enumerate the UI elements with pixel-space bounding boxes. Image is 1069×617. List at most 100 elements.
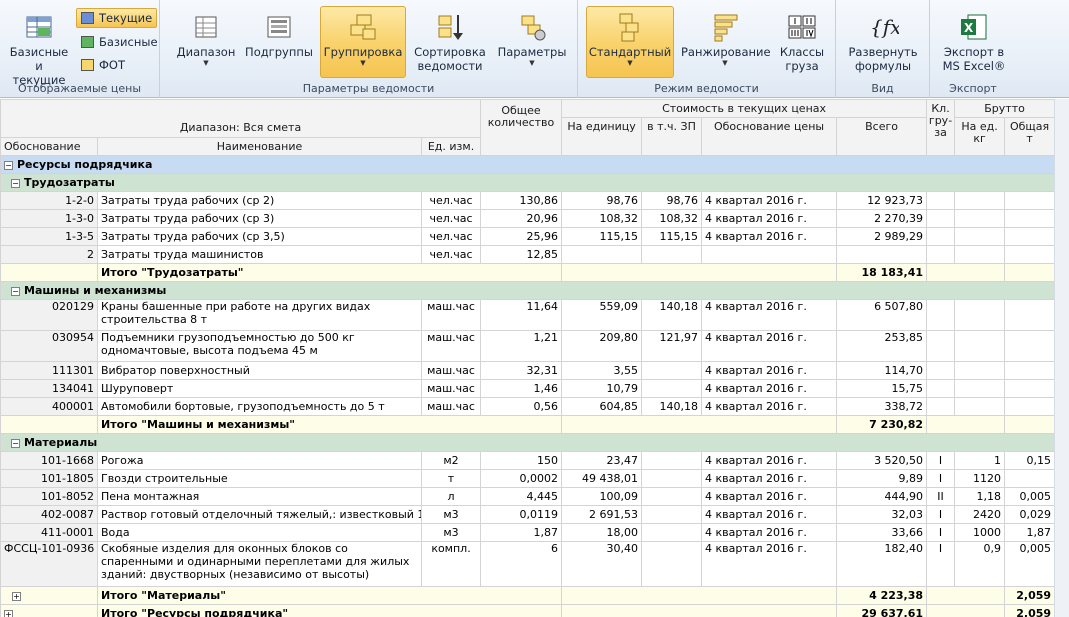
standard-mode-button[interactable]: Стандартный ▼ [586, 6, 674, 78]
table-row[interactable]: 101-1805 Гвозди строительные т 0,0002 49 438… [0, 469, 1056, 488]
group-materials[interactable]: − Материалы [0, 433, 1056, 452]
unit-cell: м3 [420, 505, 482, 524]
unit-weight-cell: 1000 [954, 523, 1006, 542]
expand-icon[interactable]: + [4, 609, 13, 617]
quantity-cell: 20,96 [480, 209, 563, 228]
resource-code-cell: 030954 [0, 330, 98, 362]
total-t-header[interactable]: Общая т [1004, 117, 1056, 156]
range-button[interactable]: Диапазон ▼ [174, 6, 238, 78]
name-header[interactable]: Наименование [97, 137, 422, 156]
group-machines[interactable]: − Машины и механизмы [0, 281, 1056, 300]
cargo-classes-button[interactable]: Классы груза [774, 6, 830, 78]
unit-weight-cell [954, 379, 1006, 398]
incl-zp-header[interactable]: в т.ч. ЗП [641, 117, 703, 156]
base-prices-button[interactable]: Базисные [76, 32, 163, 52]
group-machines-cell: − Машины и механизмы [0, 281, 1056, 300]
statement-grid: Диапазон: Вся смета Общее количество Сто… [0, 99, 1069, 617]
table-row[interactable]: 111301 Вибратор поверхностный маш.час 32,31… [0, 361, 1056, 380]
cargo-class-cell [926, 397, 956, 416]
view-group-caption: Вид [871, 82, 894, 95]
zp-cell [641, 523, 703, 542]
per-unit-price-cell: 23,47 [561, 451, 643, 470]
table-row[interactable]: 402-0087 Раствор готовый отделочный тяжел… [0, 505, 1056, 524]
table-row[interactable]: ФССЦ-101-0936 Скобяные изделия для оконны… [0, 541, 1056, 587]
fot-button[interactable]: ФОТ [76, 55, 130, 75]
svg-text:X: X [964, 21, 974, 35]
standard-mode-label: Стандартный [588, 45, 672, 59]
table-row[interactable]: 1-3-0 Затраты труда рабочих (ср 3) чел.час… [0, 209, 1056, 228]
grouping-button[interactable]: Группировка ▼ [320, 6, 406, 78]
unit-cell: м3 [420, 523, 482, 542]
zp-cell: 140,18 [641, 299, 703, 331]
table-row[interactable]: 101-8052 Пена монтажная л 4,445 100,09 4 квар… [0, 487, 1056, 506]
total-qty-header[interactable]: Общее количество [480, 99, 563, 156]
table-row[interactable]: 411-0001 Вода м3 1,87 18,00 4 квартал 2016 г.… [0, 523, 1056, 542]
subgroups-button[interactable]: Подгруппы [244, 6, 314, 78]
total-weight-cell [1004, 330, 1056, 362]
total-machines-value: 7 230,82 [836, 415, 928, 434]
unit-header[interactable]: Ед. изм. [420, 137, 482, 156]
params-group-caption: Параметры ведомости [302, 82, 435, 95]
group-machines-label: Машины и механизмы [24, 284, 167, 297]
collapse-icon[interactable]: − [11, 438, 20, 448]
zp-cell: 140,18 [641, 397, 703, 416]
per-unit-price-cell: 108,32 [561, 209, 643, 228]
expand-icon[interactable]: + [12, 591, 21, 601]
collapse-icon[interactable]: − [11, 286, 20, 296]
table-row[interactable]: 030954 Подъемники грузоподъемностью до 50… [0, 330, 1056, 362]
total-cell: 33,66 [836, 523, 928, 542]
export-excel-label: Экспорт в MS Excel® [942, 45, 1006, 73]
table-row[interactable]: 400001 Автомобили бортовые, грузоподъемно… [0, 397, 1056, 416]
ribbon-group-view: {fx} Развернуть формулы Вид [836, 0, 930, 98]
current-prices-button[interactable]: Текущие [76, 8, 158, 28]
expand-formulas-button[interactable]: {fx} Развернуть формулы [846, 6, 920, 78]
per-unit-kg-header[interactable]: На ед. кг [954, 117, 1006, 156]
cargo-class-header[interactable]: Кл. гру-за [926, 99, 956, 156]
table-row[interactable]: 101-1668 Рогожа м2 150 23,47 4 квартал 2016 г… [0, 451, 1056, 470]
export-excel-button[interactable]: X Экспорт в MS Excel® [938, 6, 1010, 78]
vertical-scrollbar[interactable] [1054, 99, 1069, 617]
price-basis-header[interactable]: Обоснование цены [701, 117, 838, 156]
quantity-cell: 0,56 [480, 397, 563, 416]
collapse-icon[interactable]: − [11, 178, 20, 188]
unit-cell: маш.час [420, 397, 482, 416]
total-weight-cell [1004, 299, 1056, 331]
chevron-down-icon: ▼ [722, 59, 728, 67]
resource-name-cell: Рогожа [97, 451, 422, 470]
ranking-button[interactable]: Ранжирование ▼ [680, 6, 771, 78]
unit-weight-cell: 1120 [954, 469, 1006, 488]
sort-button[interactable]: Сортировка ведомости [412, 6, 488, 78]
resource-name-cell: Автомобили бортовые, грузоподъемность до… [97, 397, 422, 416]
collapse-icon[interactable]: − [4, 160, 13, 170]
yellow-square-icon [81, 59, 94, 71]
unit-cell: чел.час [420, 191, 482, 210]
params-button[interactable]: Параметры ▼ [496, 6, 568, 78]
price-basis-cell: 4 квартал 2016 г. [701, 451, 838, 470]
price-basis-cell: 4 квартал 2016 г. [701, 487, 838, 506]
group-contractor-resources[interactable]: − Ресурсы подрядчика [0, 155, 1056, 174]
total-header[interactable]: Всего [836, 117, 928, 156]
table-row[interactable]: 134041 Шуруповерт маш.час 1,46 10,79 4 кварта… [0, 379, 1056, 398]
total-contractor-resources: + Итого "Ресурсы подрядчика" 29 637,61 2,05… [0, 604, 1056, 617]
quantity-cell: 130,86 [480, 191, 563, 210]
group-materials-cell: − Материалы [0, 433, 1056, 452]
cargo-class-cell [926, 379, 956, 398]
cargo-class-cell: I [926, 505, 956, 524]
base-and-current-button[interactable]: Базисные и текущие [6, 6, 72, 87]
table-row[interactable]: 2 Затраты труда машинистов чел.час 12,85 [0, 245, 1056, 264]
cargo-classes-label: Классы груза [779, 45, 825, 73]
resource-name-cell: Затраты труда рабочих (ср 3,5) [97, 227, 422, 246]
resource-name-cell: Вибратор поверхностный [97, 361, 422, 380]
quantity-cell: 32,31 [480, 361, 563, 380]
total-cell: 12 923,73 [836, 191, 928, 210]
total-machines-blank [561, 415, 838, 434]
chevron-down-icon: ▼ [627, 59, 633, 67]
table-row[interactable]: 1-3-5 Затраты труда рабочих (ср 3,5) чел.ч… [0, 227, 1056, 246]
basis-header[interactable]: Обоснование [0, 137, 98, 156]
per-unit-header[interactable]: На единицу [561, 117, 643, 156]
group-labor[interactable]: − Трудозатраты [0, 173, 1056, 192]
table-row[interactable]: 1-2-0 Затраты труда рабочих (ср 2) чел.час… [0, 191, 1056, 210]
total-weight-cell [1004, 209, 1056, 228]
range-header: Диапазон: Вся смета [0, 99, 482, 138]
table-row[interactable]: 020129 Краны башенные при работе на други… [0, 299, 1056, 331]
